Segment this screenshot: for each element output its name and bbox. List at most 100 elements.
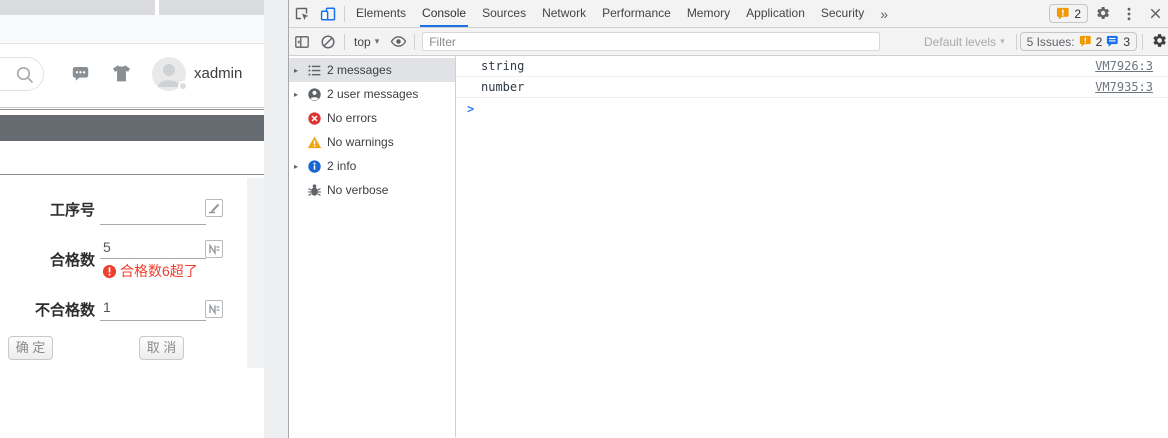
browser-page: xadmin 工序号 5 合格数 合格数6超了 1 不合格数 确 定 取 消 [0, 0, 264, 438]
message-text: string [481, 59, 525, 73]
unqualified-count-value[interactable]: 1 [103, 299, 111, 315]
bookmark-strip [0, 15, 264, 44]
list-icon [307, 63, 327, 78]
sidebar-item-label: 2 info [327, 159, 357, 173]
unqualified-count-input[interactable] [100, 320, 206, 321]
tab-performance[interactable]: Performance [594, 0, 679, 27]
screen: xadmin 工序号 5 合格数 合格数6超了 1 不合格数 确 定 取 消 E… [0, 0, 1168, 438]
site-header: xadmin [0, 44, 264, 108]
section-bar [0, 115, 264, 141]
qualified-count-input[interactable] [100, 258, 206, 259]
issues-label: 5 Issues: [1026, 34, 1075, 49]
sidebar-item-label: 2 messages [327, 63, 392, 77]
separator [1015, 33, 1017, 50]
cancel-button[interactable]: 取 消 [139, 336, 184, 360]
console-body: ▸ 2 messages ▸ 2 user messages No errors… [289, 56, 1168, 437]
console-toolbar: top ▾ Default levels ▾ 5 Issues: [289, 28, 1168, 56]
console-log-area[interactable]: string VM7926:3 number VM7935:3 > [456, 56, 1168, 437]
validation-error: 合格数6超了 [102, 261, 198, 281]
tab-memory[interactable]: Memory [679, 0, 738, 27]
user-icon [307, 87, 327, 102]
error-message: 合格数6超了 [120, 263, 198, 279]
sidebar-item-warnings[interactable]: No warnings [289, 130, 455, 154]
tab-console[interactable]: Console [414, 0, 474, 27]
inspect-element-icon[interactable] [289, 1, 315, 27]
console-prompt[interactable]: > [456, 98, 1168, 119]
separator [1142, 33, 1143, 50]
tab-sources[interactable]: Sources [474, 0, 534, 27]
sidebar-item-label: 2 user messages [327, 87, 419, 101]
source-link[interactable]: VM7935:3 [1095, 80, 1153, 94]
clear-console-icon[interactable] [315, 29, 341, 55]
error-icon [307, 111, 327, 126]
issues-counter-button[interactable]: 2 [1049, 4, 1088, 23]
edit-field-icon[interactable] [205, 199, 223, 217]
message-text: number [481, 80, 525, 94]
expand-arrow-icon[interactable]: ▸ [294, 162, 307, 171]
issues-summary-button[interactable]: 5 Issues: 2 3 [1019, 32, 1137, 51]
tshirt-icon[interactable] [111, 63, 132, 89]
tab-network[interactable]: Network [534, 0, 594, 27]
field-label-process-no: 工序号 [49, 202, 95, 219]
messages-icon[interactable] [71, 64, 90, 88]
chevron-down-icon: ▾ [374, 36, 380, 46]
number-field-icon[interactable] [205, 240, 223, 258]
more-tabs-icon[interactable]: » [872, 6, 896, 22]
chevron-down-icon: ▾ [1000, 36, 1005, 46]
console-filter-input[interactable] [422, 32, 881, 51]
divider [0, 107, 264, 110]
close-icon[interactable] [1142, 1, 1168, 27]
sidebar-item-label: No warnings [327, 135, 394, 149]
log-levels-dropdown[interactable]: Default levels ▾ [916, 35, 1013, 49]
sidebar-item-verbose[interactable]: No verbose [289, 178, 455, 202]
expand-arrow-icon[interactable]: ▸ [294, 66, 307, 75]
confirm-button[interactable]: 确 定 [8, 336, 53, 360]
avatar-status-dot [178, 81, 188, 91]
sidebar-item-errors[interactable]: No errors [289, 106, 455, 130]
modal-backdrop [247, 178, 264, 368]
sidebar-toggle-icon[interactable] [289, 29, 315, 55]
field-label-unqualified: 不合格数 [34, 302, 95, 319]
separator [344, 5, 345, 22]
devtools-panel: Elements Console Sources Network Perform… [288, 0, 1168, 438]
context-selector[interactable]: top ▾ [348, 35, 385, 49]
issue-bubble-icon [1057, 7, 1069, 20]
info-icon [307, 159, 327, 174]
console-sidebar: ▸ 2 messages ▸ 2 user messages No errors… [289, 56, 456, 437]
tab-security[interactable]: Security [813, 0, 872, 27]
expand-arrow-icon[interactable]: ▸ [294, 90, 307, 99]
browser-tab[interactable] [0, 0, 155, 15]
sidebar-item-user-messages[interactable]: ▸ 2 user messages [289, 82, 455, 106]
sidebar-item-info[interactable]: ▸ 2 info [289, 154, 455, 178]
browser-tab[interactable] [159, 0, 264, 15]
source-link[interactable]: VM7926:3 [1095, 59, 1153, 73]
settings-gear-icon[interactable] [1090, 1, 1116, 27]
process-no-input[interactable] [100, 224, 206, 225]
separator [344, 33, 345, 50]
prompt-chevron-icon: > [467, 101, 475, 116]
avatar[interactable] [152, 57, 188, 91]
console-message: string VM7926:3 [456, 56, 1168, 77]
page-scrollbar[interactable] [264, 0, 288, 438]
live-expression-eye-icon[interactable] [385, 29, 411, 55]
qualified-count-value[interactable]: 5 [103, 239, 111, 255]
sidebar-item-label: No errors [327, 111, 378, 125]
field-label-qualified: 合格数 [49, 252, 95, 269]
device-toolbar-icon[interactable] [315, 1, 341, 27]
sidebar-item-label: No verbose [327, 183, 389, 197]
tab-application[interactable]: Application [738, 0, 813, 27]
warning-icon [307, 135, 327, 150]
issue-count: 2 [1074, 6, 1081, 21]
console-settings-gear-icon[interactable] [1146, 29, 1168, 55]
search-input[interactable] [0, 57, 44, 91]
error-circle-icon [102, 264, 117, 278]
sidebar-item-all-messages[interactable]: ▸ 2 messages [289, 58, 455, 82]
search-icon [16, 66, 34, 84]
more-options-icon[interactable] [1116, 1, 1142, 27]
verbose-bug-icon [307, 183, 327, 198]
issues-info-count: 3 [1123, 34, 1130, 49]
tab-elements[interactable]: Elements [348, 0, 414, 27]
username[interactable]: xadmin [194, 65, 242, 82]
number-field-icon[interactable] [205, 300, 223, 318]
separator [414, 33, 416, 50]
